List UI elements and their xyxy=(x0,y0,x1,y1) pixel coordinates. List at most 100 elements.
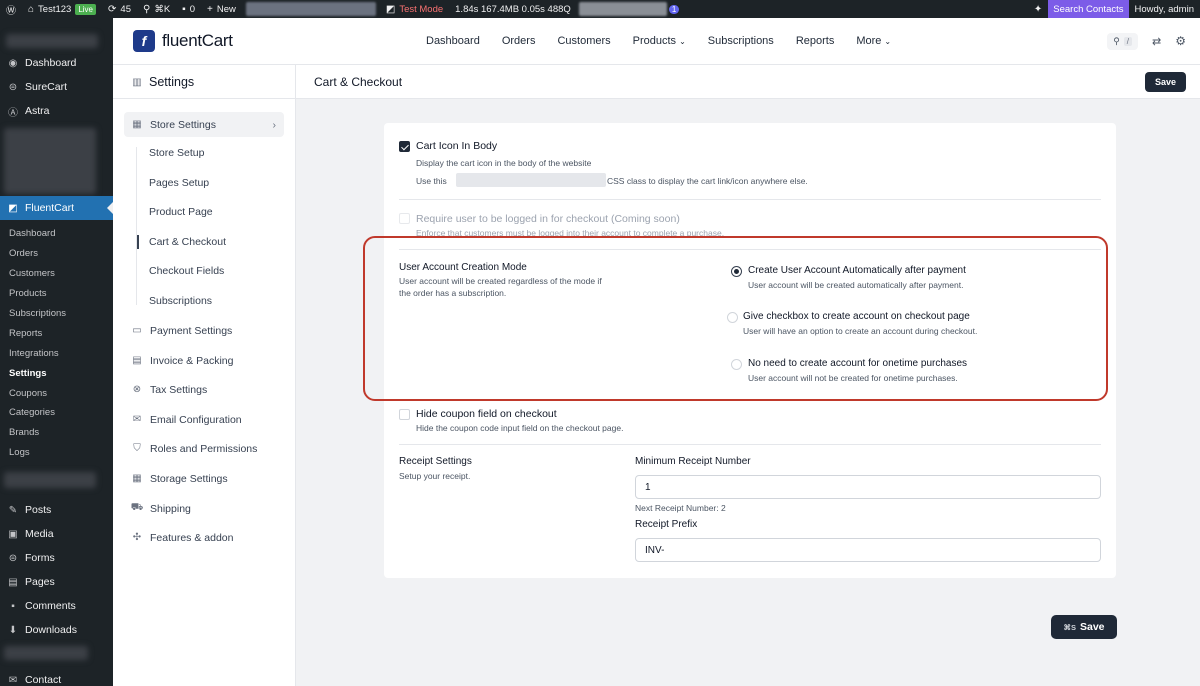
updates-link[interactable]: ⟳ 45 xyxy=(102,0,137,18)
wp-submenu-categories[interactable]: Categories xyxy=(0,403,113,423)
settings-item-storage[interactable]: ▦ Storage Settings xyxy=(124,466,284,491)
nav-dashboard[interactable]: Dashboard xyxy=(426,35,480,47)
settings-item-payment[interactable]: ▭ Payment Settings xyxy=(124,318,284,343)
min-receipt-input[interactable]: 1 xyxy=(635,475,1101,499)
wp-menu-fluentcart[interactable]: ◩ FluentCart xyxy=(0,196,113,220)
divider xyxy=(399,444,1101,445)
wp-menu-downloads[interactable]: ⬇ Downloads xyxy=(0,618,113,642)
wp-submenu-settings[interactable]: Settings xyxy=(0,363,113,383)
wp-submenu-dashboard[interactable]: Dashboard xyxy=(0,224,113,244)
forms-icon: ⊜ xyxy=(8,552,18,564)
wp-submenu-integrations[interactable]: Integrations xyxy=(0,343,113,363)
settings-item-features[interactable]: ✣ Features & addon xyxy=(124,525,284,550)
wp-submenu-products[interactable]: Products xyxy=(0,284,113,304)
css-class-code[interactable] xyxy=(456,173,606,187)
submenu-line xyxy=(136,147,137,305)
wp-menu-surecart[interactable]: ⊜ SureCart xyxy=(0,75,113,99)
settings-sub-checkout-fields[interactable]: Checkout Fields xyxy=(149,265,224,277)
wp-submenu-coupons[interactable]: Coupons xyxy=(0,383,113,403)
redacted-item xyxy=(4,646,88,660)
settings-sub-cart-checkout[interactable]: Cart & Checkout xyxy=(136,235,226,249)
fluentcart-icon: ◩ xyxy=(8,202,18,214)
settings-item-invoice[interactable]: ▤ Invoice & Packing xyxy=(124,348,284,373)
wp-menu-contact[interactable]: ✉ Contact xyxy=(0,668,113,686)
storage-icon: ▦ xyxy=(132,473,142,484)
plus-icon: + xyxy=(207,3,213,15)
nav-orders[interactable]: Orders xyxy=(502,35,536,47)
wp-menu-dashboard[interactable]: ◉ Dashboard xyxy=(0,51,113,75)
downloads-icon: ⬇ xyxy=(8,624,18,636)
command-search[interactable]: ⚲ ⌘K xyxy=(137,0,176,18)
highlight-annotation-box xyxy=(363,236,1108,401)
media-icon: ▣ xyxy=(8,528,18,540)
save-button-top[interactable]: Save xyxy=(1144,72,1186,92)
wp-submenu-brands[interactable]: Brands xyxy=(0,423,113,443)
settings-sub-subscriptions[interactable]: Subscriptions xyxy=(149,295,212,307)
wp-menu-astra[interactable]: Ⓐ Astra xyxy=(0,99,113,123)
wp-admin-sidebar: ◉ Dashboard ⊜ SureCart Ⓐ Astra ◩ FluentC… xyxy=(0,18,113,686)
wp-submenu-subscriptions[interactable]: Subscriptions xyxy=(0,304,113,324)
settings-item-store-settings[interactable]: ▦ Store Settings › xyxy=(124,112,284,137)
comments-icon: ▪ xyxy=(11,600,15,612)
query-monitor-stats[interactable]: 1.84s 167.4MB 0.05s 488Q xyxy=(449,0,577,18)
fluentcart-mini-icon: ◩ xyxy=(385,3,396,15)
wp-menu-posts[interactable]: ✎ Posts xyxy=(0,498,113,522)
settings-item-roles[interactable]: ⛉ Roles and Permissions xyxy=(124,436,284,461)
search-contacts-button[interactable]: Search Contacts xyxy=(1048,0,1129,18)
hide-coupon-desc: Hide the coupon code input field on the … xyxy=(416,423,624,433)
nav-customers[interactable]: Customers xyxy=(557,35,610,47)
email-icon: ✉ xyxy=(132,414,142,425)
require-login-checkbox[interactable] xyxy=(399,213,410,224)
receipt-prefix-label: Receipt Prefix xyxy=(635,519,698,530)
cart-icon-checkbox[interactable] xyxy=(399,141,410,152)
site-name-link[interactable]: ⌂ Test123 Live xyxy=(22,0,102,18)
tax-icon: ⊗ xyxy=(132,384,142,395)
settings-item-email[interactable]: ✉ Email Configuration xyxy=(124,407,284,432)
settings-sub-product-page[interactable]: Product Page xyxy=(149,206,213,218)
sliders-icon[interactable]: ⇄ xyxy=(1152,35,1161,48)
fluentcart-header: f fluentCart Dashboard Orders Customers … xyxy=(113,18,1200,65)
settings-sub-store-setup[interactable]: Store Setup xyxy=(149,147,204,159)
settings-sub-pages-setup[interactable]: Pages Setup xyxy=(149,177,209,189)
wp-submenu-logs[interactable]: Logs xyxy=(0,443,113,463)
redacted-item xyxy=(245,2,376,16)
redacted-item xyxy=(4,128,96,194)
wordpress-logo-icon[interactable]: Ⓦ xyxy=(0,0,22,18)
dashboard-icon: ◉ xyxy=(8,57,18,69)
nav-products[interactable]: Products ⌄ xyxy=(633,35,686,47)
hide-coupon-checkbox[interactable] xyxy=(399,409,410,420)
test-mode-link[interactable]: ◩ Test Mode xyxy=(380,0,449,18)
comments-link[interactable]: ▪ 0 xyxy=(176,0,201,18)
sidebar-panel-icon: ▥ xyxy=(132,76,142,88)
wp-submenu-reports[interactable]: Reports xyxy=(0,323,113,343)
wp-menu-pages[interactable]: ▤ Pages xyxy=(0,570,113,594)
notification-badge[interactable]: 1 xyxy=(668,4,680,14)
refresh-icon: ⟳ xyxy=(108,3,117,15)
comment-bubble-icon: ▪ xyxy=(182,3,186,15)
settings-item-tax[interactable]: ⊗ Tax Settings xyxy=(124,377,284,402)
settings-item-shipping[interactable]: ⛟ Shipping xyxy=(124,496,284,521)
wp-submenu-orders[interactable]: Orders xyxy=(0,244,113,264)
wp-menu-media[interactable]: ▣ Media xyxy=(0,522,113,546)
top-nav: Dashboard Orders Customers Products ⌄ Sub… xyxy=(426,35,891,47)
next-receipt-note: Next Receipt Number: 2 xyxy=(635,503,726,513)
sparkle-icon[interactable]: ✦ xyxy=(1028,0,1048,18)
nav-subscriptions[interactable]: Subscriptions xyxy=(708,35,774,47)
search-icon: ⚲ xyxy=(142,3,151,15)
settings-sidebar: ▥ Settings ▦ Store Settings › Store Setu… xyxy=(113,65,296,686)
header-search-button[interactable]: ⚲ / xyxy=(1107,32,1139,50)
receipt-prefix-input[interactable]: INV- xyxy=(635,538,1101,562)
howdy-account-link[interactable]: Howdy, admin xyxy=(1129,0,1200,18)
nav-reports[interactable]: Reports xyxy=(796,35,835,47)
wp-menu-comments[interactable]: ▪ Comments xyxy=(0,594,113,618)
fluentcart-logo[interactable]: f fluentCart xyxy=(133,30,233,52)
save-button[interactable]: ⌘S Save xyxy=(1051,615,1117,639)
receipt-settings-label: Receipt Settings xyxy=(399,456,472,467)
cart-icon-label: Cart Icon In Body xyxy=(416,140,498,152)
contact-icon: ✉ xyxy=(8,674,18,686)
wp-submenu-customers[interactable]: Customers xyxy=(0,264,113,284)
nav-more[interactable]: More ⌄ xyxy=(856,35,891,47)
new-content-link[interactable]: + New xyxy=(201,0,242,18)
gear-icon[interactable]: ⚙ xyxy=(1175,34,1186,48)
wp-menu-forms[interactable]: ⊜ Forms xyxy=(0,546,113,570)
